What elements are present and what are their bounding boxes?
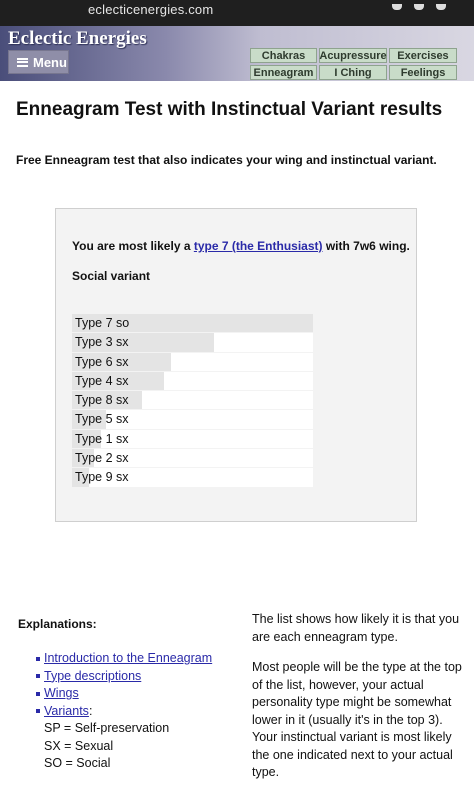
variant-def-so: SO = Social xyxy=(44,756,111,770)
nav-i-ching[interactable]: I Ching xyxy=(319,65,387,80)
nav-feelings[interactable]: Feelings xyxy=(389,65,457,80)
result-suffix: with 7w6 wing. xyxy=(322,239,410,253)
browser-url-bar[interactable]: eclecticenergies.com xyxy=(0,0,474,26)
table-row: Type 1 sx xyxy=(72,429,313,450)
score-bar-label: Type 4 sx xyxy=(75,373,129,388)
explanations-list: Introduction to the Enneagram Type descr… xyxy=(36,650,212,773)
score-bar-label: Type 5 sx xyxy=(75,412,129,427)
variant-label: Social variant xyxy=(72,269,151,283)
page-title: Enneagram Test with Instinctual Variant … xyxy=(16,99,443,120)
score-bar-label: Type 9 sx xyxy=(75,470,129,485)
table-row: Type 3 sx xyxy=(72,333,313,353)
list-item: Type descriptions xyxy=(36,668,212,686)
type-score-bars: Type 7 so Type 3 sx Type 6 sx Type 4 sx Type… xyxy=(72,314,313,488)
menu-button-label: Menu xyxy=(33,54,67,70)
list-item: Wings xyxy=(36,685,212,703)
table-row: Type 5 sx xyxy=(72,410,313,430)
browser-icon xyxy=(414,4,424,10)
type-descriptions-link[interactable]: Type descriptions xyxy=(44,669,141,683)
table-row: Type 4 sx xyxy=(72,371,313,392)
table-row: Type 2 sx xyxy=(72,449,313,469)
result-prefix: You are most likely a xyxy=(72,239,194,253)
table-row: Type 9 sx xyxy=(72,468,313,488)
intro-enneagram-link[interactable]: Introduction to the Enneagram xyxy=(44,651,212,665)
nav-chakras[interactable]: Chakras xyxy=(250,48,317,63)
score-bar-label: Type 8 sx xyxy=(75,393,129,408)
table-row: Type 7 so xyxy=(72,314,313,334)
variants-link[interactable]: Variants xyxy=(44,704,89,718)
score-bar-label: Type 3 sx xyxy=(75,335,129,350)
list-item: Variants: xyxy=(36,703,212,721)
site-logo-title[interactable]: Eclectic Energies xyxy=(8,28,147,50)
list-item: Introduction to the Enneagram xyxy=(36,650,212,668)
type-explanation-text: Most people will be the type at the top … xyxy=(252,660,462,779)
browser-icon xyxy=(436,4,446,10)
list-explanation-text: The list shows how likely it is that you… xyxy=(252,612,460,644)
nav-acupressure[interactable]: Acupressure xyxy=(319,48,387,63)
score-bar-label: Type 2 sx xyxy=(75,451,129,466)
nav-enneagram[interactable]: Enneagram xyxy=(250,65,317,80)
table-row: Type 6 sx xyxy=(72,352,313,372)
url-text: eclecticenergies.com xyxy=(88,2,214,17)
nav-exercises[interactable]: Exercises xyxy=(389,48,457,63)
variant-def-sp: SP = Self-preservation xyxy=(44,721,170,735)
result-box: You are most likely a type 7 (the Enthus… xyxy=(55,208,417,522)
hamburger-icon xyxy=(17,57,28,67)
site-header: Eclectic Energies Menu Chakras Acupressu… xyxy=(0,26,474,81)
table-row: Type 8 sx xyxy=(72,391,313,411)
page-subtitle: Free Enneagram test that also indicates … xyxy=(16,153,437,167)
score-bar-label: Type 1 sx xyxy=(75,431,129,446)
type-7-link[interactable]: type 7 (the Enthusiast) xyxy=(194,239,323,253)
menu-button[interactable]: Menu xyxy=(8,50,69,74)
browser-controls xyxy=(392,4,446,10)
variants-colon: : xyxy=(88,703,93,718)
variant-def-sx: SX = Sexual xyxy=(44,738,114,753)
top-nav: Chakras Acupressure Exercises Enneagram … xyxy=(250,48,457,80)
score-bar-label: Type 7 so xyxy=(75,316,130,330)
wings-link[interactable]: Wings xyxy=(44,686,79,700)
score-bar-label: Type 6 sx xyxy=(75,354,129,369)
explanations-title: Explanations: xyxy=(18,617,97,631)
browser-icon xyxy=(392,4,402,10)
result-summary: You are most likely a type 7 (the Enthus… xyxy=(72,239,410,253)
